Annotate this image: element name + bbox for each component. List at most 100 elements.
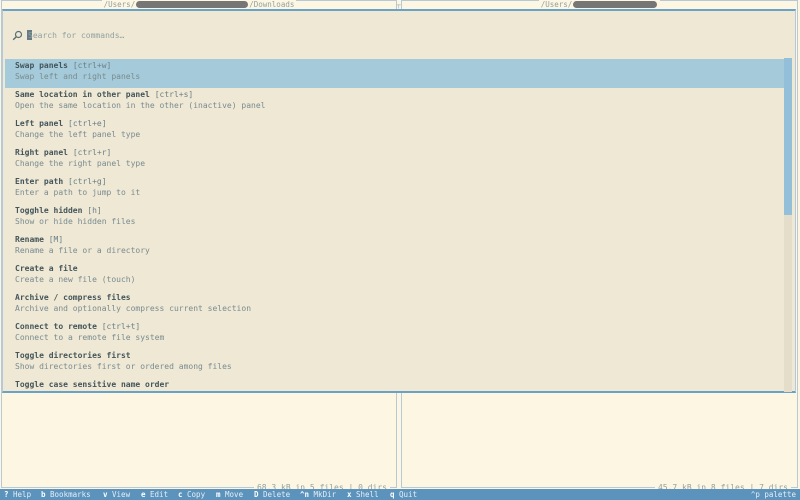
command-title: Rename [M] [15, 234, 775, 245]
command-shortcut: [ctrl+g] [68, 177, 107, 186]
left-path-prefix: /Users/ [103, 0, 136, 9]
redacted-username [136, 1, 249, 8]
command-title: Swap panels [ctrl+w] [15, 60, 775, 71]
command-shortcut: [h] [87, 206, 102, 215]
command-shortcut: [ctrl+r] [72, 148, 112, 157]
command-shortcut: [ctrl+s] [154, 90, 194, 99]
left-path-suffix: /Downloads [249, 0, 295, 9]
command-title: Toggle directories first [15, 350, 775, 361]
command-description: Rename a file or a directory [15, 246, 150, 255]
command-title: Toggle case sensitive name order [15, 379, 775, 389]
command-item[interactable]: Left panel [ctrl+e] Change the left panel… [5, 117, 785, 146]
command-item[interactable]: Connect to remote [ctrl+t] Connect to a r… [5, 320, 785, 349]
key-hint-label: Move [225, 490, 244, 499]
key-hint-key: x [347, 490, 352, 499]
command-item[interactable]: Toggle case sensitive name order [5, 378, 785, 389]
command-title: Create a file [15, 263, 775, 274]
command-item[interactable]: Swap panels [ctrl+w] Swap left and right … [5, 59, 785, 88]
key-hint[interactable]: x Shell [347, 489, 379, 500]
key-hint[interactable]: e Edit [141, 489, 168, 500]
command-item[interactable]: Enter path [ctrl+g] Enter a path to jump … [5, 175, 785, 204]
palette-hint[interactable]: ^p palette [751, 489, 796, 500]
command-description: Create a new file (touch) [15, 275, 136, 284]
command-search-input[interactable] [28, 29, 328, 41]
command-item[interactable]: Create a file Create a new file (touch) [5, 262, 785, 291]
key-hint[interactable]: D Delete [254, 489, 290, 500]
palette-scrollbar[interactable] [784, 58, 792, 392]
key-hint[interactable]: b Bookmarks [41, 489, 91, 500]
key-hint-label: MkDir [313, 490, 337, 499]
command-item[interactable]: Togghle hidden [h] Show or hide hidden fi… [5, 204, 785, 233]
key-hint-key: m [216, 490, 221, 499]
command-item[interactable]: Same location in other panel [ctrl+s] Ope… [5, 88, 785, 117]
command-description: Change the right panel type [15, 159, 146, 168]
command-description: Show directories first or ordered among … [15, 362, 232, 371]
key-hint-key: q [390, 490, 395, 499]
command-name: Connect to remote [15, 322, 97, 331]
command-title: Right panel [ctrl+r] [15, 147, 775, 158]
redacted-username [573, 1, 658, 8]
key-hint[interactable]: v View [103, 489, 130, 500]
scrollbar-thumb[interactable] [784, 58, 792, 215]
command-description: Show or hide hidden files [15, 217, 136, 226]
key-hint[interactable]: ^n MkDir [300, 489, 336, 500]
command-name: Enter path [15, 177, 64, 186]
key-hint-key: b [41, 490, 46, 499]
command-name: Toggle directories first [15, 351, 131, 360]
palette-hint-key: ^p [750, 490, 760, 499]
command-shortcut: [ctrl+w] [72, 61, 112, 70]
command-description: Archive and optionally compress current … [15, 304, 252, 313]
command-description: Connect to a remote file system [15, 333, 165, 342]
command-title: Connect to remote [ctrl+t] [15, 321, 775, 332]
command-title: Togghle hidden [h] [15, 205, 775, 216]
key-hint-key: c [178, 490, 183, 499]
command-list: Swap panels [ctrl+w] Swap left and right … [5, 59, 785, 389]
command-item[interactable]: Rename [M] Rename a file or a directory [5, 233, 785, 262]
command-description: Enter a path to jump to it [15, 188, 141, 197]
right-path-prefix: /Users/ [540, 0, 573, 9]
key-hint-label: Quit [399, 490, 418, 499]
right-panel-title: /Users/ [402, 0, 797, 9]
left-panel-title: /Users/ /Downloads [2, 0, 396, 9]
key-hints-bar: ^p palette ? Help b Bookmarks v View e Edit… [0, 489, 800, 500]
command-name: Swap panels [15, 61, 68, 70]
key-hint-key: D [254, 490, 259, 499]
command-name: Left panel [15, 119, 64, 128]
command-palette: Swap panels [ctrl+w]Swap left and right … [2, 9, 796, 393]
command-title: Left panel [ctrl+e] [15, 118, 775, 129]
command-name: Create a file [15, 264, 78, 273]
key-hint-label: Shell [356, 490, 379, 499]
key-hint-key: e [141, 490, 146, 499]
command-title: Enter path [ctrl+g] [15, 176, 775, 187]
key-hint-label: Copy [187, 490, 206, 499]
key-hint-key: v [103, 490, 108, 499]
key-hint[interactable]: ? Help [4, 489, 31, 500]
key-hint[interactable]: q Quit [390, 489, 417, 500]
key-hint-label: Help [13, 490, 32, 499]
command-title: Archive / compress files [15, 292, 775, 303]
command-shortcut: [M] [48, 235, 64, 244]
key-hint-label: Delete [263, 490, 291, 499]
search-icon [12, 29, 24, 41]
command-name: Togghle hidden [15, 206, 83, 215]
command-description: Swap left and right panels [15, 72, 141, 81]
palette-search-row [12, 29, 328, 41]
command-name: Toggle case sensitive name order [15, 380, 170, 389]
key-hint-label: View [112, 490, 131, 499]
command-item[interactable]: Archive / compress files Archive and opti… [5, 291, 785, 320]
command-item[interactable]: Toggle directories first Show directories… [5, 349, 785, 378]
key-hint-label: Edit [150, 490, 169, 499]
command-description: Change the left panel type [15, 130, 141, 139]
command-description: Open the same location in the other (ina… [15, 101, 266, 110]
command-name: Right panel [15, 148, 68, 157]
palette-hint-label: palette [764, 490, 796, 499]
command-item[interactable]: Right panel [ctrl+r] Change the right pan… [5, 146, 785, 175]
command-title: Same location in other panel [ctrl+s] [15, 89, 775, 100]
key-hint[interactable]: c Copy [178, 489, 205, 500]
command-shortcut: [ctrl+e] [68, 119, 107, 128]
key-hint-key: ^n [300, 490, 310, 499]
key-hint-label: Bookmarks [50, 490, 91, 499]
command-name: Archive / compress files [15, 293, 131, 302]
command-name: Same location in other panel [15, 90, 150, 99]
key-hint[interactable]: m Move [216, 489, 243, 500]
